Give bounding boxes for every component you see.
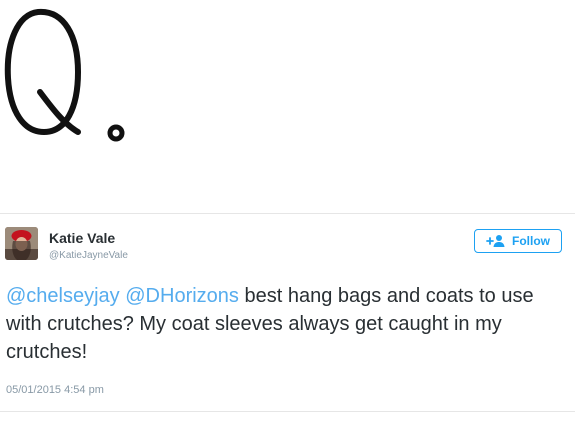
handwritten-q-note: [4, 8, 125, 142]
author-handle[interactable]: @KatieJayneVale: [49, 250, 128, 261]
add-person-icon: [486, 234, 506, 248]
follow-button-label: Follow: [512, 234, 550, 248]
mention-link[interactable]: @DHorizons: [125, 285, 239, 307]
tweet-card: Katie Vale @KatieJayneVale Follow @chels…: [0, 214, 575, 414]
mention-link[interactable]: @chelseyjay: [6, 285, 120, 307]
tweet-text: @chelseyjay @DHorizons best hang bags an…: [6, 282, 561, 366]
follow-button[interactable]: Follow: [474, 229, 562, 253]
bottom-divider: [0, 411, 575, 412]
tweet-timestamp[interactable]: 05/01/2015 4:54 pm: [6, 384, 104, 396]
author-display-name[interactable]: Katie Vale: [49, 230, 115, 246]
avatar[interactable]: [5, 227, 38, 260]
